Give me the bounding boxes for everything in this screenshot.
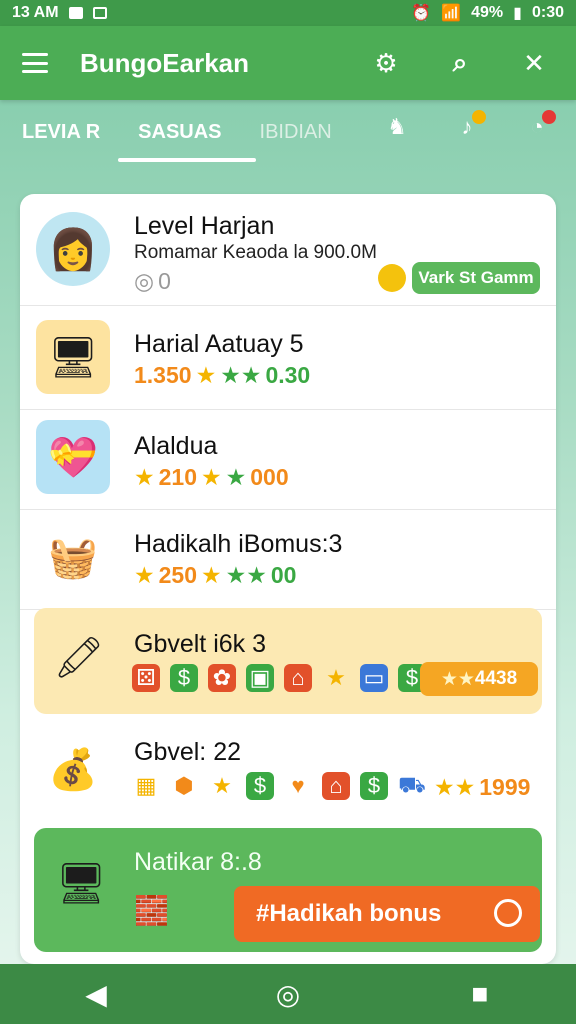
back-icon[interactable]: ◀ xyxy=(66,978,126,1011)
row-title: Gbvel: 22 xyxy=(134,738,242,766)
battery-percent: 49% xyxy=(471,4,504,21)
star-icon: ★★ xyxy=(225,562,267,588)
status-bar: 13 AM ⏰ 📶 49% ▮ 0:30 xyxy=(0,0,576,26)
money-bag-icon: 💰 xyxy=(48,747,98,792)
star-icon: ★ xyxy=(201,562,222,588)
tab-levia[interactable]: LEVIA R xyxy=(22,100,100,164)
monitor-check-icon: 🖥 xyxy=(36,320,110,394)
star-icon: ★★ xyxy=(220,362,262,388)
gear-icon[interactable]: ⚙ xyxy=(366,48,406,79)
package-icon: ⬢ xyxy=(174,773,194,798)
star-icon: ★ xyxy=(134,562,155,588)
star-icon: ★ xyxy=(212,773,232,798)
heart-icon: ♥ xyxy=(291,773,305,798)
row-stat-b: 000 xyxy=(250,464,289,490)
coin-icon: ◎ xyxy=(134,268,155,294)
star-icon: ★ xyxy=(201,464,222,490)
star-icon: ★ xyxy=(195,362,217,388)
bag-icon: $ xyxy=(170,664,198,692)
recents-icon[interactable]: ■ xyxy=(450,978,510,1010)
row-title: Hadikalh iBomus:3 xyxy=(134,530,343,558)
row-title: Natikar 8:.8 xyxy=(134,848,262,876)
rewards-card: 👩 Level Harjan Romamar Keaoda la 900.0M … xyxy=(20,194,556,964)
house-icon: ⌂ xyxy=(284,664,312,692)
crayon-icon: 🖍 xyxy=(53,635,105,680)
brick-icon: 🧱 xyxy=(134,895,169,926)
treasure-box-icon: 🧺 xyxy=(48,535,98,580)
star-icon: ★ xyxy=(134,464,155,490)
cash-icon: $ xyxy=(360,772,388,800)
star-icon: ★ xyxy=(326,665,346,690)
gift-icon: ▣ xyxy=(246,664,274,692)
avatar: 👩 xyxy=(36,212,110,286)
row-title: Alaldua xyxy=(134,432,218,460)
list-item-highlighted[interactable]: 🖍 Gbvelt i6k 3 ⚄ $ ✿ ▣ ⌂ ★ ▭ $ ★★ 4438 xyxy=(34,608,542,714)
battery-icon: ▮ xyxy=(513,5,522,22)
row-title: Level Harjan xyxy=(134,212,275,240)
row-subtitle: Romamar Keaoda la 900.0M xyxy=(134,242,377,263)
bonus-button-label: #Hadikah bonus xyxy=(256,900,442,927)
dice-icon: ⚄ xyxy=(132,664,160,692)
search-icon[interactable]: ⌕ xyxy=(440,47,480,79)
home-icon[interactable]: ◎ xyxy=(258,978,318,1011)
music-icon[interactable]: ♪ xyxy=(452,110,486,144)
tab-ibidian[interactable]: IBIDIAN xyxy=(260,100,332,164)
status-time: 13 AM xyxy=(12,4,59,21)
bonus-button[interactable]: #Hadikah bonus xyxy=(234,886,540,942)
row-stat-a: 250 xyxy=(158,562,197,588)
star-icon: ★★ xyxy=(434,774,476,800)
wifi-icon: 📶 xyxy=(441,5,462,22)
status-clock: 0:30 xyxy=(531,4,564,21)
gift-card-icon: 💝 xyxy=(36,420,110,494)
timer-icon xyxy=(494,899,522,927)
star-icon: ★★ xyxy=(440,668,475,690)
flower-icon: ✿ xyxy=(208,664,236,692)
bell-icon[interactable]: ◔ xyxy=(522,110,556,144)
box-icon: ▦ xyxy=(135,773,157,798)
tab-sasuas[interactable]: SASUAS xyxy=(118,100,257,164)
truck-icon: ⛟ xyxy=(398,771,426,797)
row-stat-b: 0.30 xyxy=(265,362,311,388)
bonus-panel[interactable]: 🖥 Natikar 8:.8 🧱 #Hadikah bonus xyxy=(34,828,542,952)
list-item[interactable]: 👩 Level Harjan Romamar Keaoda la 900.0M … xyxy=(20,194,556,306)
row-stat: 0 xyxy=(158,268,171,294)
system-nav-bar: ◀ ◎ ■ xyxy=(0,964,576,1024)
app-bar: BungoEarkan ⚙ ⌕ ✕ xyxy=(0,26,576,100)
close-icon[interactable]: ✕ xyxy=(514,48,554,79)
row-title: Gbvelt i6k 3 xyxy=(134,630,267,658)
house-icon: ⌂ xyxy=(322,772,350,800)
alarm-icon: ⏰ xyxy=(411,5,432,22)
row-stat-a: 210 xyxy=(158,464,197,490)
claim-button[interactable]: Vark St Gamm xyxy=(412,262,540,294)
gold-coin-icon xyxy=(378,264,406,292)
list-item[interactable]: 💰 Gbvel: 22 ▦ ⬢ ★ $ ♥ ⌂ $ ⛟ ★★ 1999 xyxy=(20,716,556,824)
reward-value: 1999 xyxy=(479,774,531,800)
bag-icon: $ xyxy=(246,772,274,800)
list-item[interactable]: 💝 Alaldua ★ 210 ★ ★ 000 xyxy=(20,410,556,510)
reward-value: 4438 xyxy=(474,668,518,689)
card-icon: ▭ xyxy=(360,664,388,692)
star-icon: ★ xyxy=(225,464,247,490)
app-title: BungoEarkan xyxy=(80,47,250,78)
monitor-icon: 🖥 xyxy=(55,861,107,906)
list-item[interactable]: 🖥 Harial Aatuay 5 1.350 ★ ★★ 0.30 xyxy=(20,306,556,410)
reward-badge[interactable]: ★★ 4438 xyxy=(420,662,538,696)
row-title: Harial Aatuay 5 xyxy=(134,330,304,358)
row-stat-a: 1.350 xyxy=(134,362,192,388)
tab-bar: LEVIA R SASUAS IBIDIAN ♞ ♪ ◔ xyxy=(0,100,576,164)
trophy-icon[interactable]: ♞ xyxy=(382,114,412,144)
row-stat-b: 00 xyxy=(270,562,297,588)
menu-icon[interactable] xyxy=(22,53,48,73)
list-item[interactable]: 🧺 Hadikalh iBomus:3 ★ 250 ★ ★★ 00 xyxy=(20,510,556,610)
message-icon xyxy=(92,7,107,19)
notification-icon xyxy=(68,7,83,19)
